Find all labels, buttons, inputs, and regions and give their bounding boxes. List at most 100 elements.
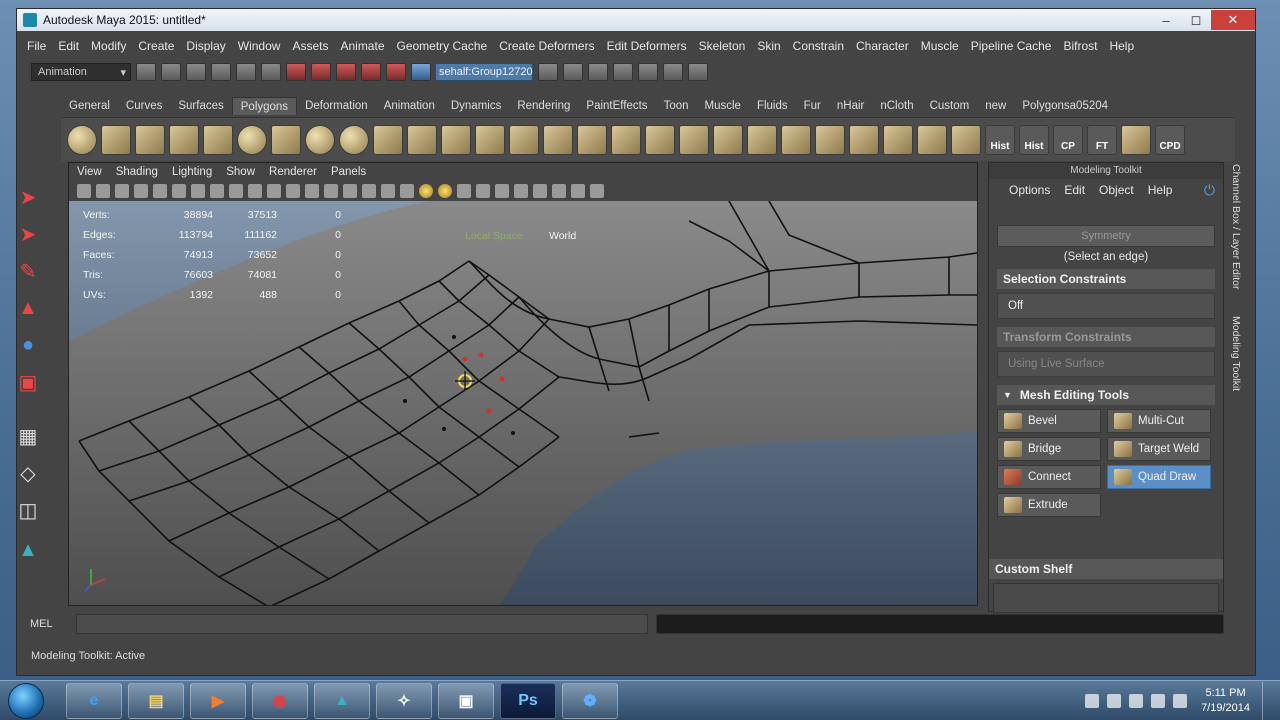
shelf-tab-curves[interactable]: Curves <box>118 97 170 115</box>
viewport-menu-show[interactable]: Show <box>226 166 255 178</box>
network-icon[interactable] <box>1151 693 1166 708</box>
symmetry-button[interactable]: Symmetry <box>997 225 1215 247</box>
camera-select-icon[interactable] <box>77 184 91 198</box>
open-scene-icon[interactable] <box>161 63 181 81</box>
menu-set-dropdown[interactable]: Animation ▾ <box>31 63 131 81</box>
planar-mapping-icon[interactable] <box>917 124 947 155</box>
gate-mask-icon[interactable] <box>248 184 262 198</box>
scale-tool-icon[interactable]: ▣ <box>13 367 43 397</box>
poly-cube-icon[interactable] <box>101 124 131 155</box>
isolate-select-icon[interactable] <box>533 184 547 198</box>
menu-modify[interactable]: Modify <box>91 39 126 53</box>
snap-curve-icon[interactable] <box>311 63 331 81</box>
viewport-menu-shading[interactable]: Shading <box>116 166 158 178</box>
extrude-tool-button[interactable]: Extrude <box>997 493 1101 517</box>
bridge-icon[interactable] <box>747 124 777 155</box>
file-explorer-icon[interactable]: ▤ <box>128 682 184 719</box>
single-perspective-icon[interactable]: ◇ <box>13 458 43 488</box>
backface-culling-icon[interactable] <box>590 184 604 198</box>
transform-constraint-dropdown[interactable]: Using Live Surface <box>997 351 1215 377</box>
snap-grid-icon[interactable] <box>286 63 306 81</box>
new-scene-icon[interactable] <box>136 63 156 81</box>
side-tab-modeling-toolkit[interactable]: Modeling Toolkit <box>1230 316 1242 391</box>
fill-hole-icon[interactable] <box>883 124 913 155</box>
four-view-icon[interactable]: ◫ <box>13 495 43 525</box>
smooth-icon[interactable] <box>475 124 505 155</box>
chrome-icon[interactable]: ◉ <box>252 682 308 719</box>
grease-pencil-icon[interactable] <box>172 184 186 198</box>
flat-shade-icon[interactable] <box>362 184 376 198</box>
split-polygon-icon[interactable] <box>611 124 641 155</box>
show-desktop-button[interactable] <box>1262 681 1274 720</box>
menu-window[interactable]: Window <box>238 39 281 53</box>
tray-arrow-icon[interactable] <box>1085 693 1100 708</box>
transform-constraints-header[interactable]: Transform Constraints <box>997 327 1215 347</box>
mirror-icon[interactable] <box>509 124 539 155</box>
shelf-tab-muscle[interactable]: Muscle <box>697 97 749 115</box>
shelf-tab-toon[interactable]: Toon <box>656 97 697 115</box>
extrude-icon[interactable] <box>781 124 811 155</box>
shelf-tab-deformation[interactable]: Deformation <box>297 97 376 115</box>
menu-constrain[interactable]: Constrain <box>793 39 844 53</box>
shelf-tab-polygons[interactable]: Polygons <box>231 97 298 115</box>
shelf-tab-fur[interactable]: Fur <box>796 97 829 115</box>
render-settings-icon[interactable] <box>688 63 708 81</box>
media-player-icon[interactable]: ▶ <box>190 682 246 719</box>
history-icon[interactable] <box>588 63 608 81</box>
menu-file[interactable]: File <box>27 39 46 53</box>
poly-platonic-icon[interactable] <box>339 124 369 155</box>
boolean-icon[interactable] <box>543 124 573 155</box>
select-hierarchy-icon[interactable] <box>211 63 231 81</box>
freeze-transform-icon[interactable]: FT <box>1087 124 1117 155</box>
snap-view-icon[interactable] <box>361 63 381 81</box>
bridge-tool-button[interactable]: Bridge <box>997 437 1101 461</box>
collapse-icon[interactable] <box>849 124 879 155</box>
viewport-menu-renderer[interactable]: Renderer <box>269 166 317 178</box>
insert-edge-loop-icon[interactable] <box>645 124 675 155</box>
field-chart-icon[interactable] <box>267 184 281 198</box>
film-gate-icon[interactable] <box>210 184 224 198</box>
target-weld-tool-button[interactable]: Target Weld <box>1107 437 1211 461</box>
mtk-menu-help[interactable]: Help <box>1148 183 1173 197</box>
menu-pipeline-cache[interactable]: Pipeline Cache <box>971 39 1052 53</box>
maximize-button[interactable]: ◻ <box>1181 10 1211 30</box>
quad-draw-tool-button[interactable]: Quad Draw <box>1107 465 1211 489</box>
lights-icon[interactable] <box>419 184 433 198</box>
anti-aliasing-icon[interactable] <box>495 184 509 198</box>
zbrush-icon[interactable]: ✧ <box>376 682 432 719</box>
resolution-gate-icon[interactable] <box>229 184 243 198</box>
shelf-tab-polygonsa05204[interactable]: Polygonsa05204 <box>1014 97 1116 115</box>
menu-animate[interactable]: Animate <box>340 39 384 53</box>
2d-pan-zoom-icon[interactable] <box>153 184 167 198</box>
wireframe-icon[interactable] <box>324 184 338 198</box>
render-view-icon[interactable] <box>613 63 633 81</box>
poly-cylinder-icon[interactable] <box>135 124 165 155</box>
poly-plane-icon[interactable] <box>203 124 233 155</box>
menu-skeleton[interactable]: Skeleton <box>699 39 746 53</box>
delete-history-icon[interactable]: Hist <box>985 124 1015 155</box>
menu-assets[interactable]: Assets <box>292 39 328 53</box>
mtk-menu-options[interactable]: Options <box>1009 183 1050 197</box>
power-icon[interactable]: ⏻ <box>1204 182 1215 199</box>
mesh-editing-tools-header[interactable]: ▼ Mesh Editing Tools <box>997 385 1215 405</box>
image-plane-icon[interactable] <box>134 184 148 198</box>
taskbar-clock[interactable]: 5:11 PM 7/19/2014 <box>1201 686 1250 716</box>
lasso-tool-icon[interactable]: ➤ <box>13 219 43 249</box>
viewport-menu-lighting[interactable]: Lighting <box>172 166 212 178</box>
menu-help[interactable]: Help <box>1109 39 1134 53</box>
shelf-tab-new[interactable]: new <box>977 97 1014 115</box>
menu-skin[interactable]: Skin <box>757 39 780 53</box>
output-ops-icon[interactable] <box>563 63 583 81</box>
combine-icon[interactable] <box>373 124 403 155</box>
mtk-menu-object[interactable]: Object <box>1099 183 1134 197</box>
volume-icon[interactable] <box>1173 693 1188 708</box>
menu-display[interactable]: Display <box>186 39 225 53</box>
smooth-shade-icon[interactable] <box>343 184 357 198</box>
shelf-tab-custom[interactable]: Custom <box>922 97 978 115</box>
select-component-icon[interactable] <box>261 63 281 81</box>
command-input[interactable] <box>76 614 648 634</box>
bookmarks-icon[interactable] <box>115 184 129 198</box>
bevel-icon[interactable] <box>713 124 743 155</box>
selection-constraint-dropdown[interactable]: Off <box>997 293 1215 319</box>
bevel-tool-button[interactable]: Bevel <box>997 409 1101 433</box>
